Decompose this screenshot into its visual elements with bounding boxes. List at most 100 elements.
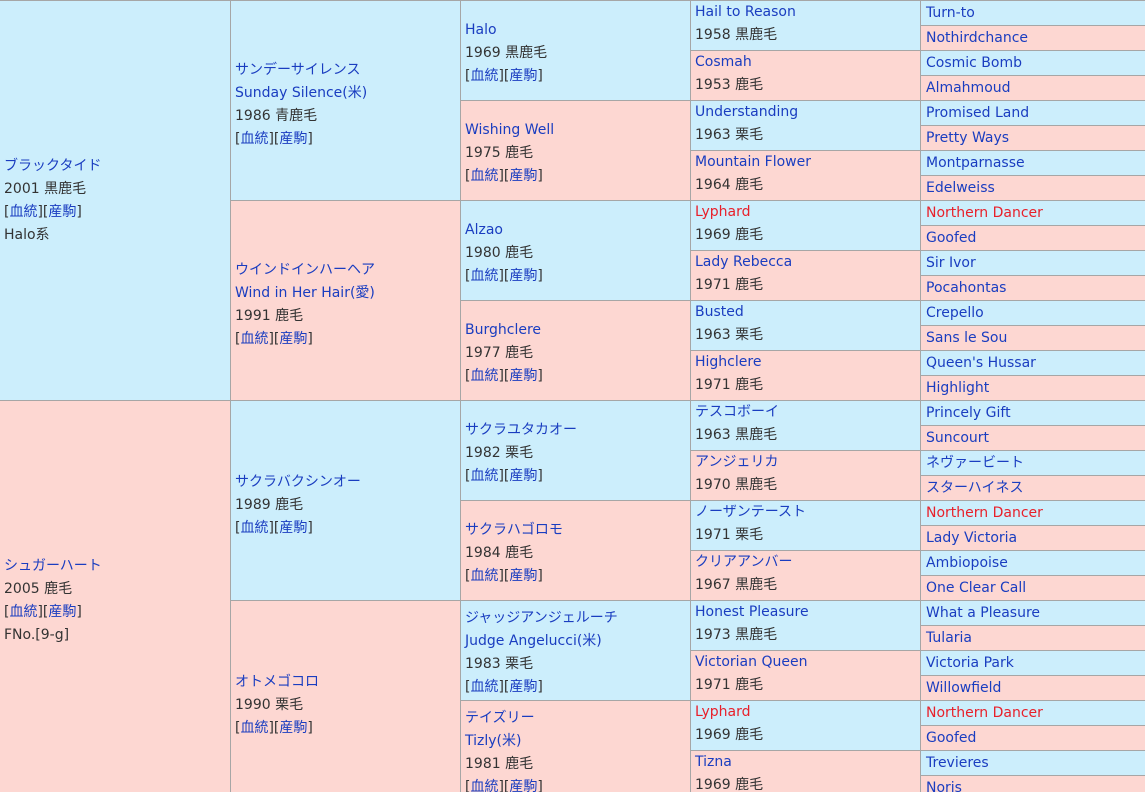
produce-link[interactable]: 産駒: [48, 204, 76, 220]
pedigree-link[interactable]: 血統: [470, 368, 498, 384]
produce-link[interactable]: 産駒: [48, 604, 76, 620]
pedigree-link[interactable]: 血統: [240, 720, 268, 736]
horse-english-name[interactable]: Tizly(米): [465, 730, 686, 753]
horse-name-link[interactable]: サクラユタカオー: [465, 419, 686, 442]
horse-name-link[interactable]: One Clear Call: [926, 576, 1140, 600]
horse-name-link[interactable]: Highclere: [695, 351, 916, 374]
horse-name-link[interactable]: Burghclere: [465, 319, 686, 342]
horse-name-link[interactable]: Lyphard: [695, 201, 916, 224]
horse-name-link[interactable]: ノーザンテースト: [695, 501, 916, 524]
horse-name-link[interactable]: テイズリー: [465, 707, 686, 730]
horse-name-link[interactable]: What a Pleasure: [926, 601, 1140, 625]
produce-link[interactable]: 産駒: [509, 779, 537, 792]
pedigree-link[interactable]: 血統: [240, 520, 268, 536]
horse-name-link[interactable]: Hail to Reason: [695, 1, 916, 24]
horse-info: Tularia: [921, 626, 1145, 650]
horse-name-link[interactable]: Alzao: [465, 219, 686, 242]
horse-name-link[interactable]: Lady Victoria: [926, 526, 1140, 550]
horse-name-link[interactable]: Victoria Park: [926, 651, 1140, 675]
horse-name-link[interactable]: Promised Land: [926, 101, 1140, 125]
pedigree-link[interactable]: 血統: [470, 779, 498, 792]
horse-english-name[interactable]: Wind in Her Hair(愛): [235, 282, 456, 305]
horse-name-link[interactable]: Northern Dancer: [926, 501, 1140, 525]
horse-name-link[interactable]: ブラックタイド: [4, 155, 226, 178]
horse-name-link[interactable]: Understanding: [695, 101, 916, 124]
horse-name-link[interactable]: Pocahontas: [926, 276, 1140, 300]
produce-link[interactable]: 産駒: [509, 268, 537, 284]
horse-name-link[interactable]: Tizna: [695, 751, 916, 774]
produce-link[interactable]: 産駒: [279, 131, 307, 147]
horse-name-link[interactable]: Ambiopoise: [926, 551, 1140, 575]
horse-name-link[interactable]: ウインドインハーヘア: [235, 259, 456, 282]
horse-name-link[interactable]: Northern Dancer: [926, 701, 1140, 725]
horse-name-link[interactable]: Halo: [465, 19, 686, 42]
horse-info: Highclere 1971 鹿毛: [691, 351, 920, 397]
horse-name-link[interactable]: サンデーサイレンス: [235, 59, 456, 82]
horse-name-link[interactable]: Almahmoud: [926, 76, 1140, 100]
horse-name-link[interactable]: シュガーハート: [4, 555, 226, 578]
horse-name-link[interactable]: Victorian Queen: [695, 651, 916, 674]
produce-link[interactable]: 産駒: [509, 568, 537, 584]
horse-name-link[interactable]: Willowfield: [926, 676, 1140, 700]
horse-name-link[interactable]: Queen's Hussar: [926, 351, 1140, 375]
horse-name-link[interactable]: Wishing Well: [465, 119, 686, 142]
horse-name-link[interactable]: クリアアンバー: [695, 551, 916, 574]
horse-name-link[interactable]: Montparnasse: [926, 151, 1140, 175]
horse-english-name[interactable]: Sunday Silence(米): [235, 82, 456, 105]
pedigree-link[interactable]: 血統: [470, 68, 498, 84]
produce-link[interactable]: 産駒: [509, 368, 537, 384]
pedigree-link[interactable]: 血統: [240, 131, 268, 147]
horse-name-link[interactable]: Goofed: [926, 226, 1140, 250]
horse-name-link[interactable]: Princely Gift: [926, 401, 1140, 425]
horse-name-link[interactable]: Cosmah: [695, 51, 916, 74]
horse-name-link[interactable]: ジャッジアンジェルーチ: [465, 607, 686, 630]
pedigree-link[interactable]: 血統: [9, 604, 37, 620]
horse-name-link[interactable]: Turn-to: [926, 1, 1140, 25]
produce-link[interactable]: 産駒: [279, 720, 307, 736]
horse-name-link[interactable]: Goofed: [926, 726, 1140, 750]
horse-name-link[interactable]: アンジェリカ: [695, 451, 916, 474]
pedigree-link[interactable]: 血統: [470, 168, 498, 184]
horse-english-name[interactable]: Judge Angelucci(米): [465, 630, 686, 653]
horse-name-link[interactable]: Highlight: [926, 376, 1140, 400]
pedigree-link[interactable]: 血統: [470, 468, 498, 484]
horse-name-link[interactable]: Tularia: [926, 626, 1140, 650]
horse-name-link[interactable]: Edelweiss: [926, 176, 1140, 200]
pedigree-link[interactable]: 血統: [470, 568, 498, 584]
horse-name-link[interactable]: サクラバクシンオー: [235, 471, 456, 494]
pedigree-link[interactable]: 血統: [9, 204, 37, 220]
horse-name-link[interactable]: Trevieres: [926, 751, 1140, 775]
horse-name-link[interactable]: オトメゴコロ: [235, 671, 456, 694]
produce-link[interactable]: 産駒: [509, 468, 537, 484]
horse-name-link[interactable]: Sir Ivor: [926, 251, 1140, 275]
produce-link[interactable]: 産駒: [279, 331, 307, 347]
horse-name-link[interactable]: Lady Rebecca: [695, 251, 916, 274]
horse-name-link[interactable]: テスコボーイ: [695, 401, 916, 424]
horse-info: クリアアンバー 1967 黒鹿毛: [691, 551, 920, 597]
horse-name-link[interactable]: スターハイネス: [926, 476, 1140, 500]
produce-link[interactable]: 産駒: [509, 679, 537, 695]
horse-name-link[interactable]: Busted: [695, 301, 916, 324]
horse-name-link[interactable]: Pretty Ways: [926, 126, 1140, 150]
pedigree-link[interactable]: 血統: [470, 268, 498, 284]
horse-cell: Hail to Reason 1958 黒鹿毛: [691, 1, 920, 50]
pedigree-link[interactable]: 血統: [240, 331, 268, 347]
horse-info: スターハイネス: [921, 476, 1145, 500]
pedigree-link[interactable]: 血統: [470, 679, 498, 695]
horse-name-link[interactable]: Nothirdchance: [926, 26, 1140, 50]
horse-name-link[interactable]: Lyphard: [695, 701, 916, 724]
produce-link[interactable]: 産駒: [509, 68, 537, 84]
horse-name-link[interactable]: Mountain Flower: [695, 151, 916, 174]
horse-name-link[interactable]: サクラハゴロモ: [465, 519, 686, 542]
horse-name-link[interactable]: Honest Pleasure: [695, 601, 916, 624]
produce-link[interactable]: 産駒: [509, 168, 537, 184]
horse-name-link[interactable]: Cosmic Bomb: [926, 51, 1140, 75]
horse-name-link[interactable]: ネヴァービート: [926, 451, 1140, 475]
horse-name-link[interactable]: Noris: [926, 776, 1140, 792]
produce-link[interactable]: 産駒: [279, 520, 307, 536]
horse-name-link[interactable]: Crepello: [926, 301, 1140, 325]
horse-name-link[interactable]: Suncourt: [926, 426, 1140, 450]
horse-name-link[interactable]: Northern Dancer: [926, 201, 1140, 225]
horse-name-link[interactable]: Sans le Sou: [926, 326, 1140, 350]
horse-cell: Promised Land: [921, 101, 1145, 125]
